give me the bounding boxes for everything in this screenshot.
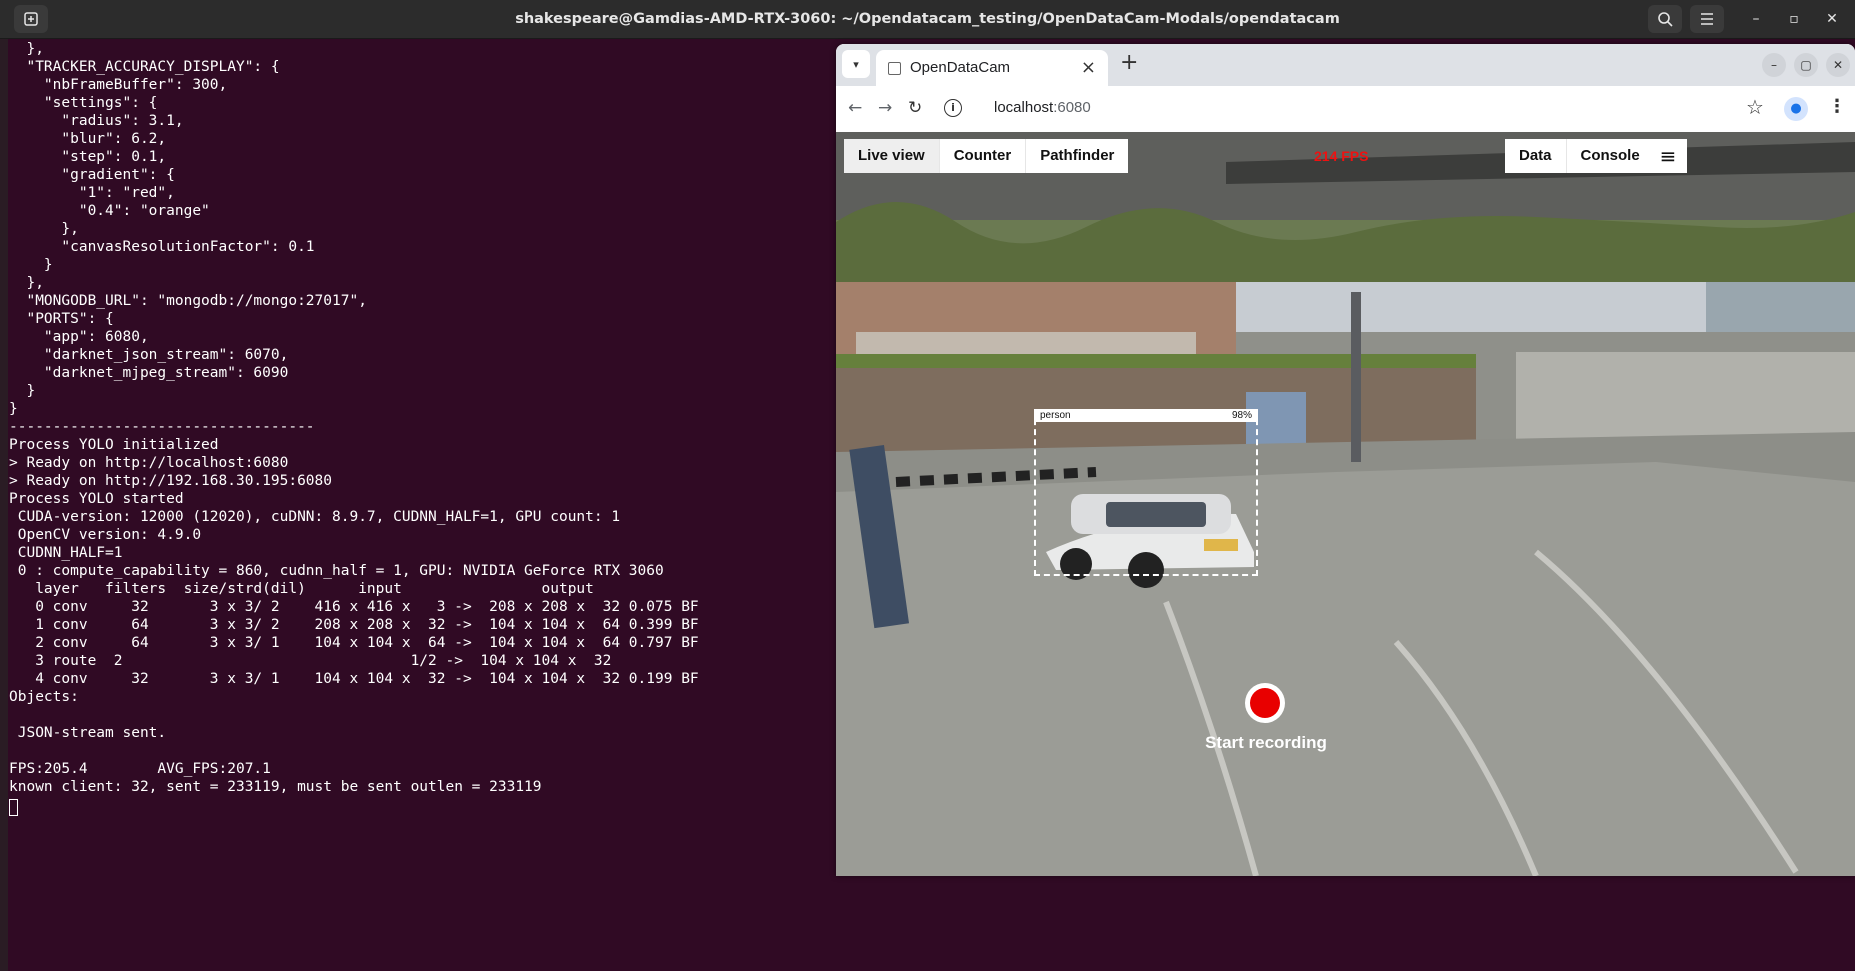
terminal-line: "gradient": { (9, 167, 175, 183)
record-dot-icon (1250, 688, 1280, 718)
hamburger-icon[interactable]: ≡ (1649, 139, 1687, 173)
terminal-line: CUDNN_HALF=1 (9, 545, 123, 561)
terminal-line: "TRACKER_ACCURACY_DISPLAY": { (9, 59, 280, 75)
terminal-line: FPS:205.4 AVG_FPS:207.1 (9, 761, 271, 777)
terminal-line: "darknet_mjpeg_stream": 6090 (9, 365, 289, 381)
terminal-line: Process YOLO started (9, 491, 184, 507)
terminal-line: 0 : compute_capability = 860, cudnn_half… (9, 563, 664, 579)
address-bar[interactable]: localhost:6080 (994, 99, 1091, 116)
terminal-line: "canvasResolutionFactor": 0.1 (9, 239, 315, 255)
terminal-line: "PORTS": { (9, 311, 114, 327)
terminal-line: "nbFrameBuffer": 300, (9, 77, 228, 93)
nav-live-view[interactable]: Live view (844, 139, 940, 173)
nav-data[interactable]: Data (1505, 139, 1567, 173)
profile-avatar-icon[interactable]: ● (1784, 97, 1808, 121)
nav-pathfinder[interactable]: Pathfinder (1026, 139, 1128, 173)
detection-confidence: 98% (1231, 410, 1252, 421)
terminal-line: 4 conv 32 3 x 3/ 1 104 x 104 x 32 -> 104… (9, 671, 699, 687)
mode-nav: Live view Counter Pathfinder (844, 139, 1129, 173)
tab-title: OpenDataCam (910, 59, 1011, 76)
terminal-line: "settings": { (9, 95, 158, 111)
terminal-line: 3 route 2 1/2 -> 104 x 104 x 32 (9, 653, 612, 669)
terminal-line: > Ready on http://192.168.30.195:6080 (9, 473, 333, 489)
reload-icon[interactable]: ↻ (908, 98, 922, 118)
bookmark-star-icon[interactable]: ☆ (1746, 95, 1764, 119)
camera-feed-image (836, 132, 1855, 876)
detection-box (1034, 409, 1258, 576)
nav-console[interactable]: Console (1567, 139, 1654, 173)
terminal-line: }, (9, 41, 44, 57)
info-icon[interactable]: i (944, 99, 962, 117)
detection-class: person (1040, 410, 1071, 421)
tab-strip: ▾ OpenDataCam × + – ▢ ✕ (836, 44, 1855, 86)
tools-nav: Data Console (1505, 139, 1654, 173)
terminal-output[interactable]: }, "TRACKER_ACCURACY_DISPLAY": { "nbFram… (0, 39, 836, 971)
nav-counter[interactable]: Counter (940, 139, 1027, 173)
terminal-line: }, (9, 221, 79, 237)
close-icon[interactable]: × (1081, 57, 1096, 78)
page-favicon-icon (888, 62, 901, 75)
desktop-edge (0, 39, 8, 971)
terminal-line: } (9, 383, 36, 399)
terminal-line: > Ready on http://localhost:6080 (9, 455, 289, 471)
window-titlebar: shakespeare@Gamdias-AMD-RTX-3060: ~/Open… (0, 0, 1855, 39)
terminal-line: 2 conv 64 3 x 3/ 1 104 x 104 x 64 -> 104… (9, 635, 699, 651)
terminal-cursor (9, 799, 18, 816)
terminal-line: } (9, 257, 53, 273)
terminal-line: "app": 6080, (9, 329, 149, 345)
terminal-line: Process YOLO initialized (9, 437, 219, 453)
browser-toolbar: ← → ↻ i localhost:6080 ☆ ● ⋮ (836, 86, 1855, 133)
terminal-line: "1": "red", (9, 185, 175, 201)
terminal-line: 1 conv 64 3 x 3/ 2 208 x 208 x 32 -> 104… (9, 617, 699, 633)
chevron-down-icon[interactable]: ▾ (842, 50, 870, 78)
video-viewport[interactable]: Live view Counter Pathfinder 214 FPS Dat… (836, 132, 1855, 876)
terminal-line: 0 conv 32 3 x 3/ 2 416 x 416 x 3 -> 208 … (9, 599, 699, 615)
close-icon[interactable]: ✕ (1818, 5, 1846, 33)
terminal-line: Objects: (9, 689, 79, 705)
terminal-line: }, (9, 275, 44, 291)
minimize-icon[interactable]: – (1742, 5, 1770, 33)
terminal-line: CUDA-version: 12000 (12020), cuDNN: 8.9.… (9, 509, 621, 525)
window-title: shakespeare@Gamdias-AMD-RTX-3060: ~/Open… (515, 11, 1340, 27)
terminal-line: layer filters size/strd(dil) input outpu… (9, 581, 594, 597)
forward-arrow-icon[interactable]: → (878, 98, 892, 118)
terminal-line: "step": 0.1, (9, 149, 167, 165)
close-icon[interactable]: ✕ (1826, 53, 1850, 77)
more-options-icon[interactable]: ⋮ (1828, 96, 1846, 117)
terminal-line: "MONGODB_URL": "mongodb://mongo:27017", (9, 293, 367, 309)
terminal-line: JSON-stream sent. (9, 725, 167, 741)
terminal-line: known client: 32, sent = 233119, must be… (9, 779, 542, 795)
tab-opendatacam[interactable]: OpenDataCam × (876, 50, 1108, 86)
maximize-icon[interactable]: ▢ (1794, 53, 1818, 77)
plus-icon[interactable]: + (1120, 50, 1138, 75)
terminal-line: "radius": 3.1, (9, 113, 184, 129)
record-button[interactable] (1245, 683, 1285, 723)
terminal-line: "0.4": "orange" (9, 203, 210, 219)
terminal-line: } (9, 401, 18, 417)
browser-window: ▾ OpenDataCam × + – ▢ ✕ ← → ↻ i localhos… (836, 44, 1855, 876)
terminal-line: OpenCV version: 4.9.0 (9, 527, 202, 543)
maximize-icon[interactable]: ▫ (1780, 5, 1808, 33)
hamburger-icon[interactable] (1690, 5, 1724, 33)
url-port: :6080 (1053, 99, 1091, 116)
minimize-icon[interactable]: – (1762, 53, 1786, 77)
back-arrow-icon[interactable]: ← (848, 98, 862, 118)
url-host: localhost (994, 99, 1054, 116)
fps-counter: 214 FPS (1314, 148, 1369, 164)
terminal-line: "darknet_json_stream": 6070, (9, 347, 289, 363)
detection-label: person 98% (1034, 409, 1258, 422)
record-label: Start recording (1205, 733, 1327, 752)
terminal-line: "blur": 6.2, (9, 131, 167, 147)
search-icon[interactable] (1648, 5, 1682, 33)
terminal-line: ----------------------------------- (9, 419, 315, 435)
